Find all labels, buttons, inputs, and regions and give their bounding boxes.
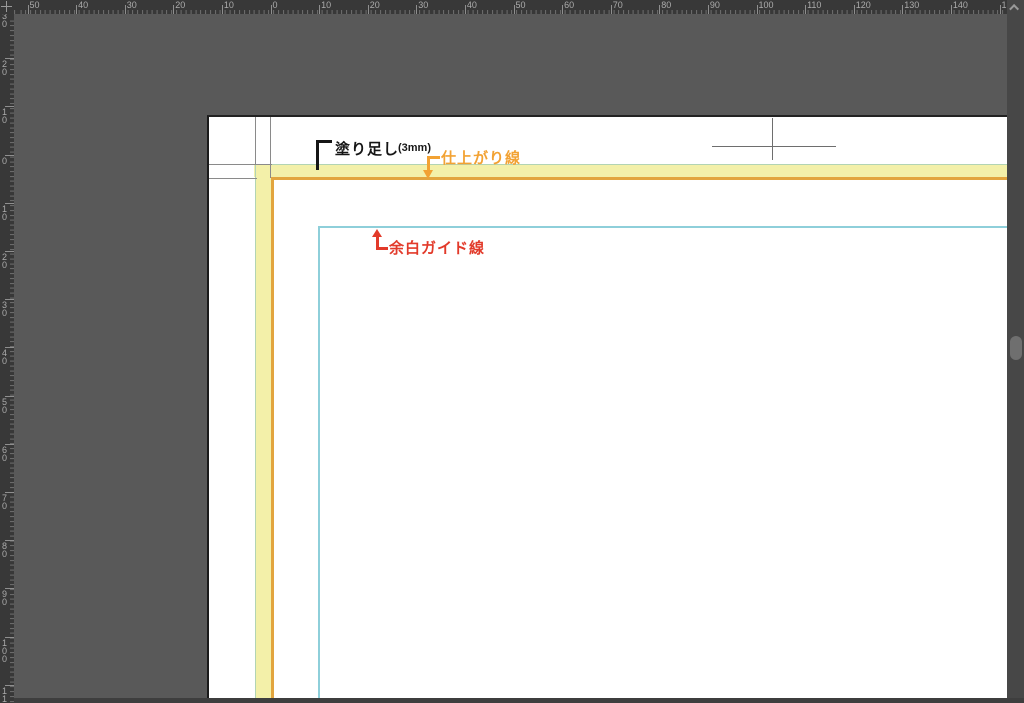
ruler-label: 20 <box>175 0 186 10</box>
vertical-scrollbar-thumb[interactable] <box>1009 336 1022 360</box>
ruler-label: 10 <box>2 107 8 126</box>
ruler-label: 150 <box>1001 0 1008 10</box>
ruler-label: 80 <box>2 541 8 560</box>
trim-callout-arrow-down-icon <box>423 170 433 179</box>
ruler-major-tick <box>124 5 126 14</box>
ruler-label: 20 <box>2 252 8 270</box>
ruler-major-tick <box>707 5 709 14</box>
ruler-label: 70 <box>612 0 623 10</box>
ruler-major-tick <box>610 5 612 14</box>
document-page[interactable] <box>207 115 1007 703</box>
ruler-label: 80 <box>661 0 672 10</box>
margin-annotation-label: 余白ガイド線 <box>389 240 486 257</box>
bleed-border-line-horizontal <box>254 163 1007 165</box>
ruler-major-tick <box>367 5 369 14</box>
trim-highlight-band-horizontal <box>254 165 1007 177</box>
ruler-major-tick <box>950 5 952 14</box>
bleed-annotation-label: 塗り足し <box>335 141 400 158</box>
trim-highlight-band-vertical <box>256 165 271 703</box>
ruler-label: 30 <box>126 0 137 10</box>
ruler-label: 40 <box>466 0 477 10</box>
ruler-label: 60 <box>2 444 8 463</box>
corner-crop-mark-horizontal-inner <box>209 178 257 179</box>
ruler-label: 50 <box>29 0 40 10</box>
ruler-major-tick <box>76 5 78 14</box>
ruler-major-tick <box>416 5 418 14</box>
ruler-horizontal[interactable]: 50 40 30 20 10 0 10 20 30 40 50 60 70 80 90 100 110 120 13… <box>14 0 1007 14</box>
ruler-major-tick <box>27 5 29 14</box>
ruler-major-tick <box>805 5 807 14</box>
ruler-label: 10 <box>321 0 332 10</box>
corner-crop-mark-vertical-inner <box>270 117 271 178</box>
ruler-label: 50 <box>515 0 526 10</box>
ruler-major-tick <box>562 5 564 14</box>
ruler-label: 20 <box>369 0 380 10</box>
ruler-major-tick <box>513 5 515 14</box>
ruler-label: 100 <box>758 0 774 10</box>
ruler-major-tick <box>756 5 758 14</box>
margin-callout-bracket <box>375 247 388 250</box>
ruler-label: 50 <box>2 396 8 415</box>
ruler-label: 90 <box>709 0 720 10</box>
trim-line-vertical <box>270 177 274 703</box>
ruler-label: 90 <box>2 589 8 608</box>
vertical-scrollbar[interactable] <box>1007 0 1024 703</box>
ruler-origin-crosshair-icon[interactable] <box>0 0 14 14</box>
ruler-label: 30 <box>418 0 429 10</box>
ruler-label: 0 <box>2 155 8 166</box>
ruler-label: 30 <box>2 300 8 319</box>
ruler-major-tick <box>221 5 223 14</box>
ruler-minor-ticks <box>10 14 14 703</box>
ruler-major-tick <box>999 5 1001 14</box>
ruler-label: 40 <box>2 348 8 367</box>
ruler-label: 60 <box>564 0 575 10</box>
margin-guide-line-vertical <box>318 226 320 698</box>
corner-crop-mark-vertical-outer <box>255 117 256 165</box>
ruler-minor-ticks <box>14 10 1007 14</box>
scrollbar-up-arrow-icon[interactable] <box>1007 0 1024 15</box>
ruler-label: 10 <box>2 203 8 222</box>
center-crop-mark-horizontal <box>712 146 836 147</box>
ruler-label: 20 <box>2 59 8 78</box>
ruler-label: 100 <box>2 637 8 664</box>
ruler-label: 130 <box>904 0 920 10</box>
bleed-size-label: (3mm) <box>398 142 432 154</box>
ruler-major-tick <box>659 5 661 14</box>
ruler-major-tick <box>902 5 904 14</box>
ruler-label: 30 <box>2 14 8 29</box>
corner-crop-mark-horizontal-outer <box>209 164 272 165</box>
trim-annotation-label: 仕上がり線 <box>441 150 522 167</box>
ruler-vertical[interactable]: 3020100102030405060708090100110 <box>0 14 14 703</box>
bleed-border-line-vertical <box>254 163 256 703</box>
ruler-label: 110 <box>807 0 822 10</box>
canvas-workspace: 塗り足し (3mm) 仕上がり線 余白ガイド線 50 40 30 20 10 0 10 20 3… <box>0 0 1024 703</box>
horizontal-scrollbar[interactable] <box>0 698 1024 703</box>
ruler-label: 0 <box>272 0 278 10</box>
ruler-label: 70 <box>2 493 8 511</box>
trim-line-horizontal <box>270 177 1007 180</box>
ruler-major-tick <box>464 5 466 14</box>
ruler-label: 110 <box>2 685 8 703</box>
margin-guide-line-horizontal <box>318 226 1007 228</box>
ruler-label: 140 <box>952 0 968 10</box>
ruler-label: 10 <box>223 0 234 10</box>
bleed-callout-bracket <box>316 140 319 170</box>
center-crop-mark-vertical <box>772 118 773 160</box>
ruler-major-tick <box>319 5 321 14</box>
ruler-label: 40 <box>78 0 89 10</box>
ruler-major-tick <box>853 5 855 14</box>
ruler-major-tick <box>270 5 272 14</box>
ruler-label: 120 <box>855 0 871 10</box>
ruler-major-tick <box>173 5 175 14</box>
